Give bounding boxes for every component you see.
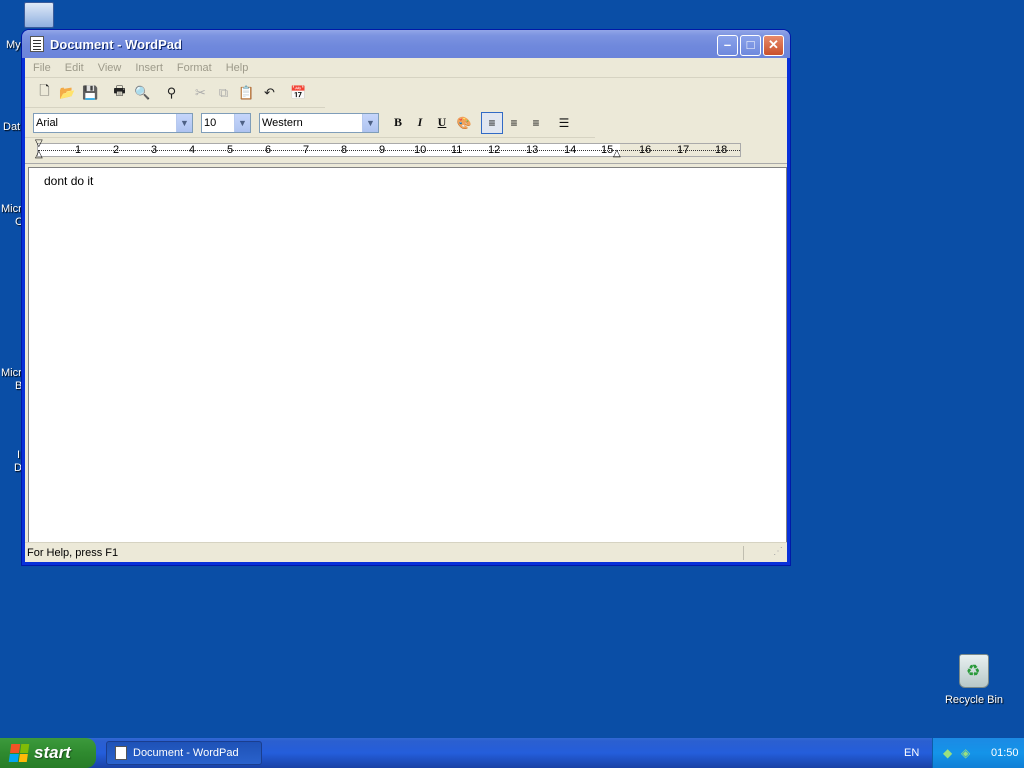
desktop-label-my[interactable]: My (6, 39, 21, 51)
color-icon[interactable]: 🎨 (453, 112, 475, 134)
windows-logo-icon (8, 744, 30, 762)
ruler-num: 11 (451, 144, 463, 156)
ruler-num: 9 (379, 144, 386, 156)
title-bar[interactable]: Document - WordPad – □ ✕ (22, 30, 790, 58)
ruler-num: 8 (341, 144, 348, 156)
standard-toolbar: 🗋 📂 💾 🖶 🔍 ⚲ ✂ ⧉ 📋 ↶ 📅 (25, 78, 325, 108)
resize-grip-icon[interactable]: ⋰ (773, 546, 787, 560)
undo-icon[interactable]: ↶ (258, 82, 281, 104)
italic-button[interactable]: I (409, 112, 431, 134)
ruler-num: 13 (526, 144, 539, 156)
save-icon[interactable]: 💾 (79, 82, 102, 104)
underline-button[interactable]: U (431, 112, 453, 134)
font-size-value: 10 (204, 116, 217, 129)
ruler-num: 18 (715, 144, 728, 156)
menu-insert[interactable]: Insert (133, 62, 165, 74)
maximize-button[interactable]: □ (740, 35, 761, 56)
font-size-select[interactable]: 10 ▼ (201, 112, 251, 133)
font-select[interactable]: Arial ▼ (33, 112, 193, 133)
ruler-num: 14 (564, 144, 577, 156)
date-time-icon[interactable]: 📅 (287, 82, 310, 104)
ruler-num: 5 (227, 144, 234, 156)
chevron-down-icon[interactable]: ▼ (176, 113, 192, 132)
font-value: Arial (36, 116, 59, 129)
ruler-num: 15 (601, 144, 614, 156)
bold-button[interactable]: B (387, 112, 409, 134)
ruler-num: 3 (151, 144, 158, 156)
status-text: For Help, press F1 (27, 546, 119, 559)
menu-help[interactable]: Help (224, 62, 251, 74)
taskbar: start Document - WordPad EN ◆ ◈ 01:50 (0, 738, 1024, 768)
my-computer-icon[interactable] (24, 2, 54, 28)
align-center-icon[interactable]: ≡ (503, 112, 525, 134)
taskbar-wordpad-button[interactable]: Document - WordPad (106, 741, 262, 765)
ruler[interactable]: 1 2 3 4 5 6 7 8 9 10 11 12 13 14 15 16 1… (25, 138, 787, 164)
document-text[interactable]: dont do it (44, 174, 93, 188)
ruler-num: 7 (303, 144, 310, 156)
start-label: start (34, 743, 71, 762)
recycle-bin-label: Recycle Bin (944, 694, 1004, 706)
update-icon[interactable]: ◈ (961, 746, 977, 760)
desktop-label-i[interactable]: I (17, 449, 20, 461)
ruler-num: 17 (677, 144, 690, 156)
system-tray: ◆ ◈ 01:50 (932, 738, 1024, 768)
wordpad-window: Document - WordPad – □ ✕ File Edit View … (22, 30, 790, 565)
menu-bar: File Edit View Insert Format Help (25, 58, 787, 78)
taskbar-wordpad-label: Document - WordPad (133, 747, 239, 759)
clock[interactable]: 01:50 (991, 747, 1019, 759)
desktop-label-dat[interactable]: Dat (3, 121, 20, 133)
ruler-num: 4 (189, 144, 196, 156)
menu-format[interactable]: Format (175, 62, 214, 74)
copy-icon[interactable]: ⧉ (212, 82, 235, 104)
ruler-num: 12 (488, 144, 501, 156)
align-left-icon[interactable]: ≡ (481, 111, 503, 134)
right-indent-marker[interactable]: △ (613, 148, 621, 159)
open-icon[interactable]: 📂 (56, 82, 79, 104)
menu-view[interactable]: View (96, 62, 124, 74)
align-right-icon[interactable]: ≡ (525, 112, 547, 134)
find-icon[interactable]: ⚲ (160, 82, 183, 104)
ruler-num: 2 (113, 144, 120, 156)
language-indicator[interactable]: EN (904, 747, 919, 759)
new-icon[interactable]: 🗋 (33, 82, 56, 104)
recycle-bin-icon (959, 654, 989, 688)
bullets-icon[interactable]: ☰ (553, 112, 575, 134)
print-preview-icon[interactable]: 🔍 (131, 82, 154, 104)
ruler-num: 16 (639, 144, 652, 156)
ruler-num: 10 (414, 144, 427, 156)
menu-file[interactable]: File (31, 62, 53, 74)
start-button[interactable]: start (0, 738, 96, 768)
paste-icon[interactable]: 📋 (235, 82, 258, 104)
close-button[interactable]: ✕ (763, 35, 784, 56)
cut-icon[interactable]: ✂ (189, 82, 212, 104)
chevron-down-icon[interactable]: ▼ (362, 113, 378, 132)
left-indent-marker[interactable] (35, 138, 44, 162)
chevron-down-icon[interactable]: ▼ (234, 113, 250, 132)
menu-edit[interactable]: Edit (63, 62, 86, 74)
recycle-bin[interactable]: Recycle Bin (940, 654, 1008, 706)
script-value: Western (262, 116, 303, 129)
format-bar: Arial ▼ 10 ▼ Western ▼ B I U 🎨 ≡ ≡ ≡ ☰ (25, 108, 595, 138)
ruler-strip[interactable]: 1 2 3 4 5 6 7 8 9 10 11 12 13 14 15 16 1… (37, 143, 741, 157)
ruler-num: 6 (265, 144, 272, 156)
desktop-label-d[interactable]: D (14, 462, 22, 474)
status-bar: For Help, press F1 ⋰ (25, 542, 787, 562)
script-select[interactable]: Western ▼ (259, 112, 379, 133)
wordpad-icon[interactable] (30, 36, 44, 52)
print-icon[interactable]: 🖶 (108, 82, 131, 104)
document-area[interactable]: dont do it (28, 167, 787, 543)
status-cell (743, 545, 773, 560)
wordpad-icon (115, 746, 127, 760)
window-title: Document - WordPad (50, 36, 182, 52)
network-icon[interactable]: ◆ (943, 746, 959, 760)
ruler-num: 1 (75, 144, 82, 156)
minimize-button[interactable]: – (717, 35, 738, 56)
